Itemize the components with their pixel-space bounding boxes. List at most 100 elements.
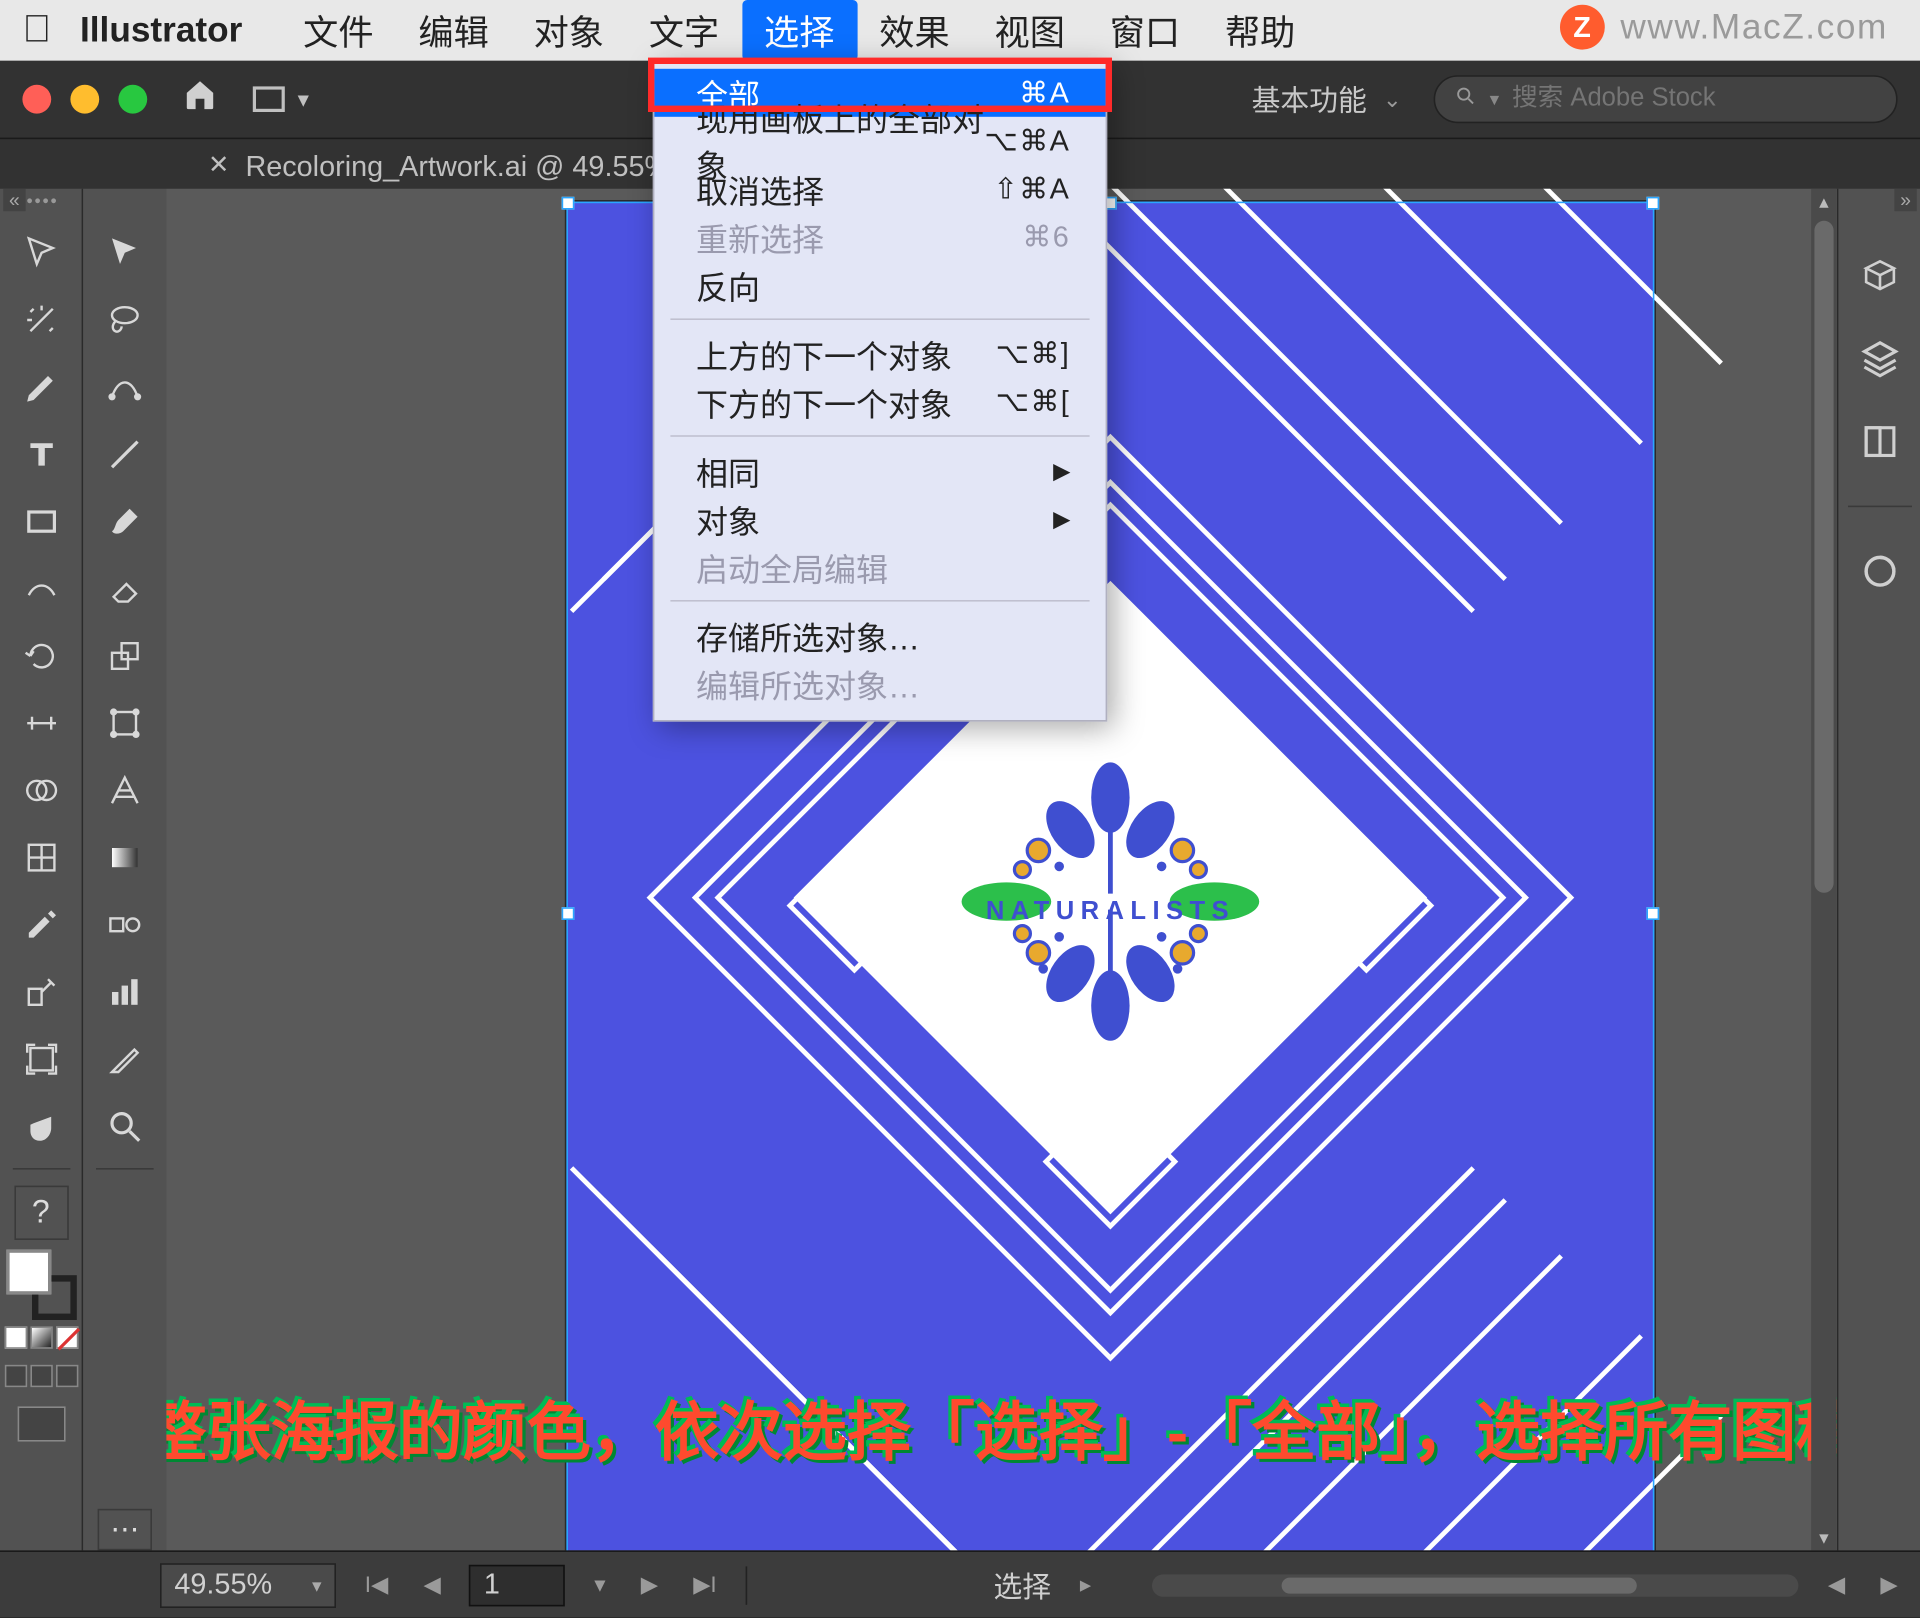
status-menu-icon[interactable]: ▸ — [1073, 1571, 1097, 1598]
menu-window[interactable]: 窗口 — [1087, 0, 1202, 61]
horizontal-scrollbar[interactable] — [1152, 1574, 1799, 1596]
fill-stroke-indicator[interactable] — [6, 1250, 76, 1320]
shaper-tool[interactable] — [9, 557, 73, 621]
scale-tool[interactable] — [93, 624, 157, 688]
color-mode-none[interactable] — [55, 1326, 77, 1348]
scroll-up-icon[interactable]: ▴ — [1811, 189, 1837, 215]
menu-view[interactable]: 视图 — [972, 0, 1087, 61]
menu-item-same[interactable]: 相同 ▶ — [654, 446, 1105, 494]
pen-tool[interactable] — [9, 355, 73, 419]
artboard-tool[interactable] — [9, 1027, 73, 1091]
eraser-tool[interactable] — [93, 557, 157, 621]
menu-edit[interactable]: 编辑 — [396, 0, 511, 61]
chevron-down-icon: ⌄ — [1383, 86, 1402, 113]
perspective-grid-tool[interactable] — [93, 758, 157, 822]
layout-icon — [253, 86, 285, 112]
search-stock-field[interactable]: ▾ — [1434, 75, 1898, 123]
draw-behind[interactable] — [30, 1365, 52, 1387]
tutorial-caption: 调整整张海报的颜色，依次选择「选择」-「全部」，选择所有图稿内容 — [166, 1381, 1836, 1474]
draw-mode-row — [4, 1365, 78, 1387]
menu-item-select-all-artboard[interactable]: 现用画板上的全部对象 ⌥⌘A — [654, 117, 1105, 165]
draw-normal[interactable] — [4, 1365, 26, 1387]
mesh-tool[interactable] — [9, 826, 73, 890]
color-mode-gradient[interactable] — [30, 1326, 52, 1348]
artboard-first-icon[interactable]: I◀ — [358, 1571, 394, 1598]
symbol-sprayer-tool[interactable] — [9, 960, 73, 1024]
cc-libraries-icon[interactable] — [1854, 546, 1905, 597]
scroll-right-icon[interactable]: ▶ — [1874, 1571, 1904, 1598]
menu-help[interactable]: 帮助 — [1203, 0, 1318, 61]
edit-toolbar-button[interactable]: ? — [14, 1186, 68, 1240]
menu-item-save-selection[interactable]: 存储所选对象… — [654, 611, 1105, 659]
scroll-down-icon[interactable]: ▾ — [1811, 1525, 1837, 1551]
window-controls — [22, 85, 147, 114]
window-zoom-button[interactable] — [118, 85, 147, 114]
fill-swatch-icon[interactable] — [6, 1250, 51, 1295]
type-tool[interactable] — [9, 422, 73, 486]
artboard-prev-icon[interactable]: ◀ — [417, 1571, 447, 1598]
menu-item-next-below[interactable]: 下方的下一个对象 ⌥⌘[ — [654, 378, 1105, 426]
status-bar: 49.55% ▾ I◀ ◀ 1 ▾ ▶ ▶I 选择 ▸ ◀ ▶ — [0, 1550, 1920, 1617]
menu-item-inverse[interactable]: 反向 — [654, 261, 1105, 309]
menu-item-reselect: 重新选择 ⌘6 — [654, 213, 1105, 261]
magic-wand-tool[interactable] — [9, 288, 73, 352]
menu-file[interactable]: 文件 — [281, 0, 396, 61]
shape-builder-tool[interactable] — [9, 758, 73, 822]
menu-object[interactable]: 对象 — [511, 0, 626, 61]
paintbrush-tool[interactable] — [93, 490, 157, 554]
search-icon — [1454, 84, 1476, 114]
watermark-badge-icon: Z — [1560, 5, 1605, 50]
menu-effect[interactable]: 效果 — [857, 0, 972, 61]
menu-select[interactable]: 选择 — [742, 0, 857, 61]
blend-tool[interactable] — [93, 893, 157, 957]
column-graph-tool[interactable] — [93, 960, 157, 1024]
zoom-level-select[interactable]: 49.55% ▾ — [160, 1562, 336, 1607]
menu-item-object[interactable]: 对象 ▶ — [654, 494, 1105, 542]
line-tool[interactable] — [93, 422, 157, 486]
apple-logo-icon[interactable]:  — [22, 8, 51, 53]
eyedropper-tool[interactable] — [9, 893, 73, 957]
collapse-left-icon[interactable]: « — [3, 189, 25, 211]
selection-tool[interactable] — [9, 221, 73, 285]
home-icon[interactable] — [182, 77, 217, 122]
properties-panel-icon[interactable] — [1854, 250, 1905, 301]
draw-inside[interactable] — [55, 1365, 77, 1387]
scroll-thumb[interactable] — [1281, 1577, 1637, 1593]
menu-item-next-above[interactable]: 上方的下一个对象 ⌥⌘] — [654, 330, 1105, 378]
artboard-next-icon[interactable]: ▶ — [634, 1571, 664, 1598]
layers-panel-icon[interactable] — [1854, 333, 1905, 384]
gradient-tool[interactable] — [93, 826, 157, 890]
zoom-tool[interactable] — [93, 1094, 157, 1158]
collapse-right-icon[interactable]: » — [1894, 189, 1916, 211]
document-layout-select[interactable]: ▾ — [253, 86, 309, 113]
scroll-left-icon[interactable]: ◀ — [1822, 1571, 1852, 1598]
workspace-switcher[interactable]: 基本功能 ⌄ — [1252, 78, 1402, 120]
screen-mode-button[interactable] — [17, 1406, 65, 1441]
watermark: Z www.MacZ.com — [1560, 5, 1888, 50]
rectangle-tool[interactable] — [9, 490, 73, 554]
toolbox-column-1: ? — [0, 189, 83, 1551]
libraries-panel-icon[interactable] — [1854, 416, 1905, 467]
slice-tool[interactable] — [93, 1027, 157, 1091]
search-input[interactable] — [1512, 85, 1877, 114]
artboard-last-icon[interactable]: ▶I — [687, 1571, 723, 1598]
free-transform-tool[interactable] — [93, 691, 157, 755]
width-tool[interactable] — [9, 691, 73, 755]
vertical-scrollbar[interactable]: ▴ ▾ — [1811, 189, 1837, 1551]
window-minimize-button[interactable] — [70, 85, 99, 114]
lasso-tool[interactable] — [93, 288, 157, 352]
curvature-tool[interactable] — [93, 355, 157, 419]
hand-tool[interactable] — [9, 1094, 73, 1158]
chevron-down-icon: ▾ — [312, 1574, 322, 1596]
window-close-button[interactable] — [22, 85, 51, 114]
toolbar-menu-button[interactable]: ⋯ — [98, 1509, 152, 1551]
menu-type[interactable]: 文字 — [626, 0, 741, 61]
chevron-down-icon[interactable]: ▾ — [588, 1571, 612, 1598]
color-mode-solid[interactable] — [4, 1326, 26, 1348]
artboard-number-field[interactable]: 1 — [470, 1564, 566, 1606]
direct-selection-tool[interactable] — [93, 221, 157, 285]
tab-close-icon[interactable]: ✕ — [208, 148, 229, 180]
scroll-thumb[interactable] — [1814, 221, 1833, 893]
menu-item-global-edit: 启动全局编辑 — [654, 542, 1105, 590]
rotate-tool[interactable] — [9, 624, 73, 688]
